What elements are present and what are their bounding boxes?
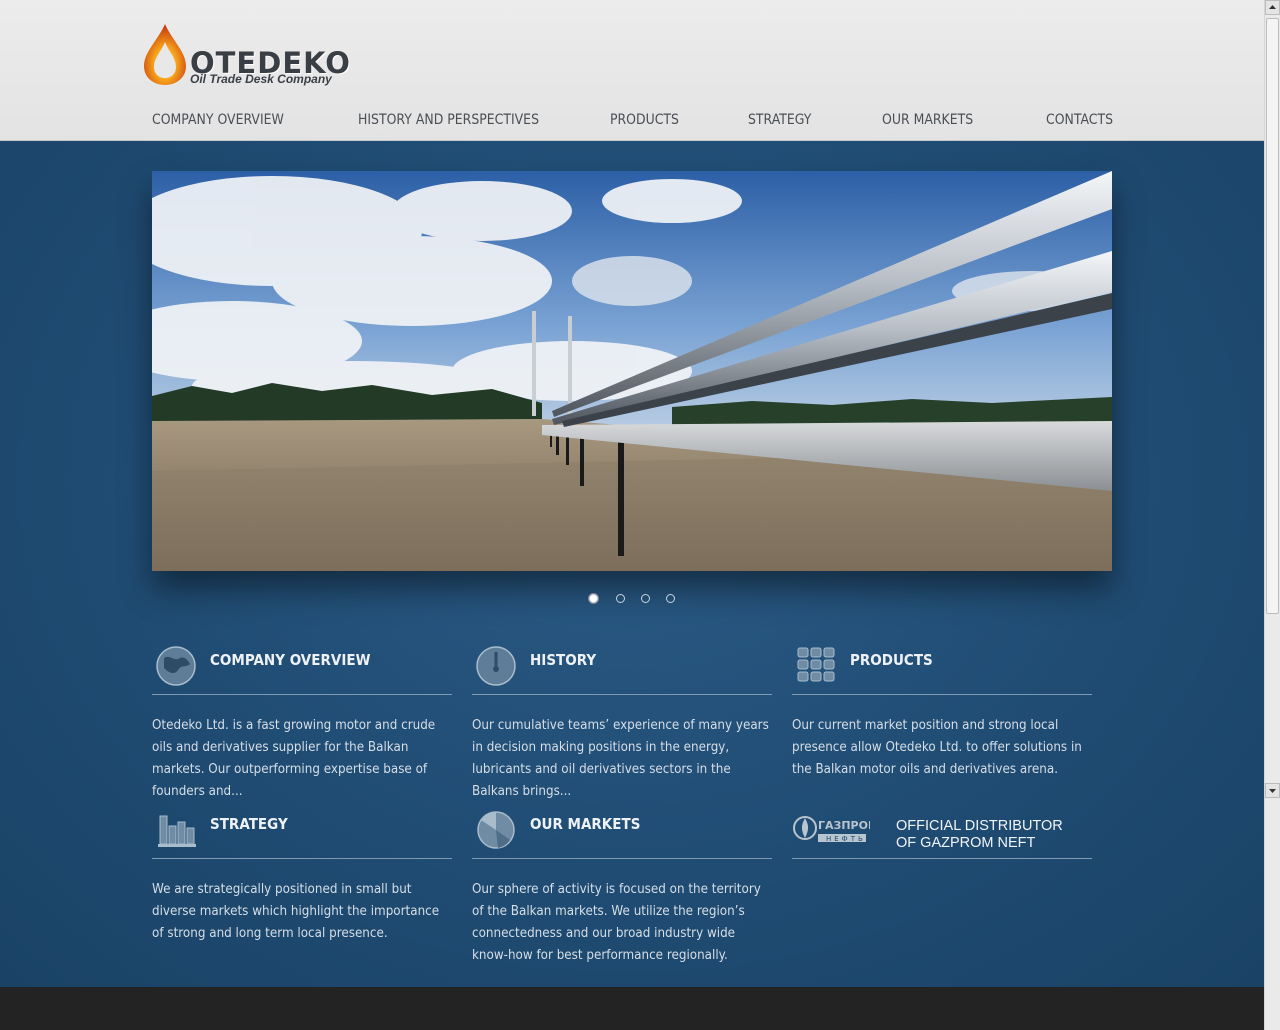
feature-products: PRODUCTS Our current market position and… (792, 640, 1092, 781)
feature-description: Otedeko Ltd. is a fast growing motor and… (152, 718, 436, 799)
feature-history: HISTORY Our cumulative teams’ experience… (472, 640, 772, 803)
nav-company-overview[interactable]: COMPANY OVERVIEW (152, 112, 284, 128)
feature-strategy: STRATEGY We are strategically positioned… (152, 804, 452, 945)
gazprom-logo-subtext: НЕФТЬ (826, 835, 866, 843)
partner-gazprom-neft[interactable]: ГАЗПРОМ НЕФТЬ OFFICIAL DISTRIBUTOR OF GA… (792, 804, 1092, 859)
partner-title-line2: OF GAZPROM NEFT (896, 835, 1036, 851)
bar-chart-icon (158, 815, 196, 847)
feature-company-overview: COMPANY OVERVIEW Otedeko Ltd. is a fast … (152, 640, 452, 803)
nav-contacts[interactable]: CONTACTS (1046, 112, 1113, 128)
feature-title[interactable]: HISTORY (530, 651, 596, 669)
feature-title[interactable]: OUR MARKETS (530, 815, 640, 833)
vertical-scrollbar[interactable] (1264, 0, 1280, 1030)
feature-header: COMPANY OVERVIEW (152, 640, 452, 695)
feature-description: We are strategically positioned in small… (152, 882, 440, 941)
scroll-up-button[interactable] (1265, 0, 1280, 15)
scroll-down-button[interactable] (1265, 783, 1280, 798)
feature-title[interactable]: STRATEGY (210, 815, 288, 833)
feature-description: Our cumulative teams’ experience of many… (472, 718, 769, 799)
slider-dot-4[interactable] (666, 594, 675, 603)
gazprom-logo-text: ГАЗПРОМ (818, 819, 870, 832)
feature-description: Our sphere of activity is focused on the… (472, 882, 761, 963)
feature-header: HISTORY (472, 640, 772, 695)
feature-title[interactable]: COMPANY OVERVIEW (210, 651, 370, 669)
scrollbar-thumb[interactable] (1266, 18, 1279, 614)
slider-dot-2[interactable] (616, 594, 625, 603)
site-footer (0, 987, 1264, 1030)
feature-title[interactable]: PRODUCTS (850, 651, 933, 669)
flame-drop-icon (144, 24, 186, 85)
globe-icon (156, 646, 196, 686)
pie-chart-icon (477, 811, 515, 849)
feature-header: PRODUCTS (792, 640, 1092, 695)
gazprom-neft-logo: ГАЗПРОМ НЕФТЬ (793, 816, 870, 843)
site-logo[interactable]: OTEDEKO Oil Trade Desk Company (142, 22, 382, 88)
clock-icon (476, 646, 516, 686)
grid-icon (797, 647, 835, 682)
feature-header: OUR MARKETS (472, 804, 772, 859)
arrow-up-icon (1269, 5, 1276, 9)
arrow-down-icon (1269, 789, 1276, 793)
feature-header: STRATEGY (152, 804, 452, 859)
logo-tagline: Oil Trade Desk Company (190, 72, 332, 86)
feature-description: Our current market position and strong l… (792, 718, 1082, 777)
slider-dot-3[interactable] (641, 594, 650, 603)
partner-header: ГАЗПРОМ НЕФТЬ OFFICIAL DISTRIBUTOR OF GA… (792, 804, 1092, 859)
partner-title: OFFICIAL DISTRIBUTOR OF GAZPROM NEFT (896, 818, 1063, 852)
nav-our-markets[interactable]: OUR MARKETS (882, 112, 973, 128)
nav-products[interactable]: PRODUCTS (610, 112, 679, 128)
main-navigation: COMPANY OVERVIEW HISTORY AND PERSPECTIVE… (152, 112, 1113, 136)
site-header: OTEDEKO Oil Trade Desk Company COMPANY O… (0, 0, 1264, 141)
pipeline-landscape-image (152, 171, 1112, 571)
hero-slider[interactable] (152, 171, 1112, 571)
partner-title-line1: OFFICIAL DISTRIBUTOR (896, 818, 1063, 834)
slider-dot-1[interactable] (589, 594, 598, 603)
feature-our-markets: OUR MARKETS Our sphere of activity is fo… (472, 804, 772, 967)
nav-strategy[interactable]: STRATEGY (748, 112, 811, 128)
nav-history-and-perspectives[interactable]: HISTORY AND PERSPECTIVES (358, 112, 539, 128)
